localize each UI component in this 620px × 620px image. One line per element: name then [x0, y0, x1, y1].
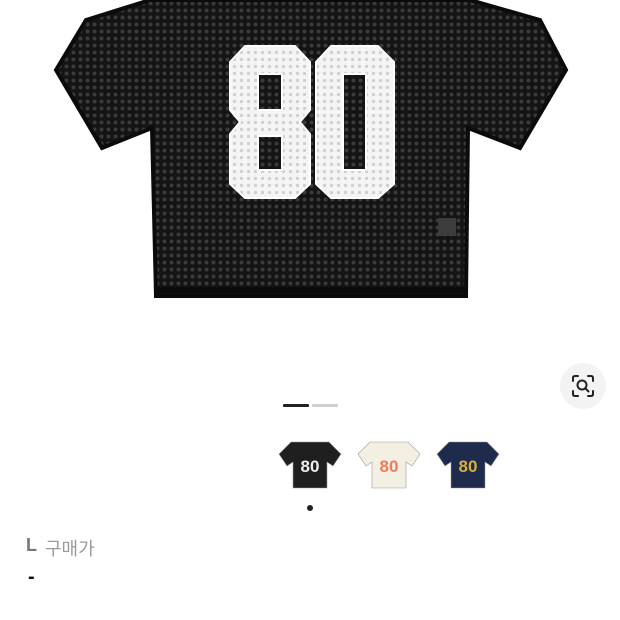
lens-search-button[interactable] — [560, 363, 606, 409]
color-swatch-navy[interactable]: 80 — [435, 432, 501, 496]
selected-swatch-indicator — [307, 505, 313, 511]
price-value: - — [28, 566, 35, 588]
pager-segment — [312, 404, 338, 407]
color-swatch-black[interactable]: 80 — [277, 432, 343, 496]
purchase-price-label: 구매가 — [45, 539, 95, 559]
purchase-label-row: L 구매가 — [26, 535, 95, 561]
svg-text:80: 80 — [301, 457, 320, 476]
color-swatch-cream[interactable]: 80 — [356, 432, 422, 496]
product-image — [53, 0, 569, 298]
camera-lens-search-icon — [572, 375, 594, 397]
gallery-pager[interactable] — [283, 404, 339, 407]
size-label: L — [26, 535, 37, 555]
svg-text:80: 80 — [459, 457, 478, 476]
svg-text:80: 80 — [380, 457, 399, 476]
pager-segment-active — [283, 404, 309, 407]
